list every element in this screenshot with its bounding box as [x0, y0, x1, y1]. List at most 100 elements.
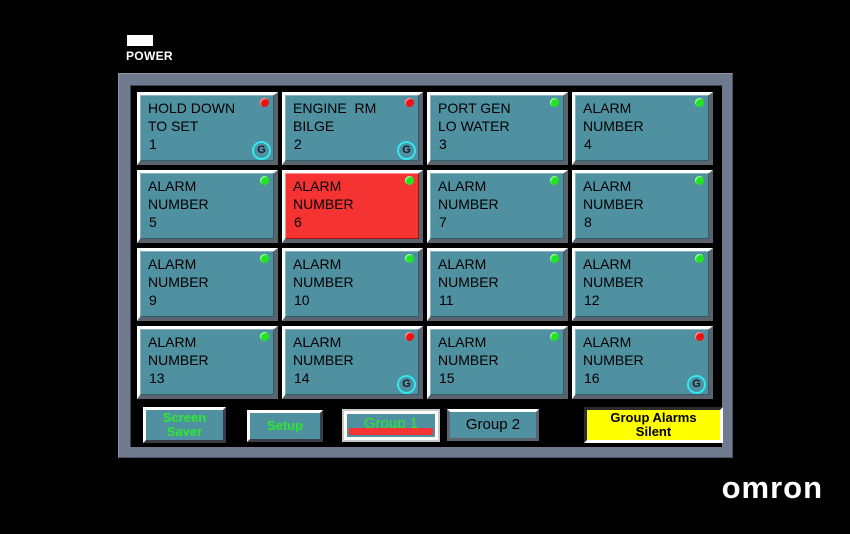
alarm-tile[interactable]: ALARM NUMBER 14 G: [282, 326, 423, 399]
alarm-tile-inner: ALARM NUMBER 13: [140, 329, 274, 395]
group-2-button[interactable]: Group 2: [447, 409, 539, 441]
status-led-green-icon: [695, 254, 704, 263]
group-badge-icon: G: [252, 141, 271, 160]
group-1-button[interactable]: Group 1: [342, 409, 440, 442]
alarm-tile-line1: ALARM: [293, 334, 342, 350]
screen-saver-button[interactable]: Screen Saver: [143, 407, 226, 443]
alarm-tile[interactable]: ALARM NUMBER 16 G: [572, 326, 713, 399]
status-led-green-icon: [260, 332, 269, 341]
group-alarms-silent-button[interactable]: Group Alarms Silent: [584, 407, 723, 443]
alarm-tile[interactable]: ALARM NUMBER 4: [572, 92, 713, 165]
alarm-tile-line2: NUMBER: [438, 274, 499, 290]
alarm-tile-line2: NUMBER: [293, 274, 354, 290]
alarm-tile[interactable]: ALARM NUMBER 5: [137, 170, 278, 243]
alarm-tile-line2: NUMBER: [148, 352, 209, 368]
alarm-tile-number: 4: [584, 136, 592, 152]
status-led-red-icon: [405, 332, 414, 341]
status-led-red-icon: [405, 98, 414, 107]
status-led-green-icon: [405, 254, 414, 263]
alarm-tile-inner: PORT GEN LO WATER 3: [430, 95, 564, 161]
alarm-tile-line2: TO SET: [148, 118, 199, 134]
status-led-green-icon: [695, 176, 704, 185]
group-alarms-silent-label-line2: Silent: [635, 424, 672, 439]
status-led-green-icon: [550, 98, 559, 107]
alarm-tile-line2: NUMBER: [438, 196, 499, 212]
alarm-tile-line1: ALARM: [583, 334, 632, 350]
alarm-tile-line2: LO WATER: [438, 118, 510, 134]
omron-brand-logo: omron: [721, 470, 823, 505]
alarm-tile[interactable]: ALARM NUMBER 7: [427, 170, 568, 243]
status-led-green-icon: [405, 176, 414, 185]
status-led-green-icon: [260, 176, 269, 185]
display-bezel: HOLD DOWN TO SET 1 G ENGINE RM BILGE 2 G PORT GE…: [118, 73, 733, 458]
screen-saver-label-line2: Saver: [166, 424, 203, 439]
status-led-red-icon: [260, 98, 269, 107]
group-badge-icon: G: [687, 375, 706, 394]
status-led-green-icon: [695, 98, 704, 107]
alarm-tile-line2: NUMBER: [583, 196, 644, 212]
setup-label: Setup: [266, 418, 304, 433]
alarm-tile[interactable]: ALARM NUMBER 15: [427, 326, 568, 399]
alarm-tile-line2: BILGE: [293, 118, 335, 134]
power-indicator: POWER: [126, 35, 206, 63]
status-led-green-icon: [260, 254, 269, 263]
alarm-tile[interactable]: ALARM NUMBER 8: [572, 170, 713, 243]
alarm-tile-inner: ALARM NUMBER 10: [285, 251, 419, 317]
group-2-label: Group 2: [465, 416, 521, 433]
alarm-tile-line1: ALARM: [438, 334, 487, 350]
alarm-tile-line1: ALARM: [583, 256, 632, 272]
alarm-tile-inner: ALARM NUMBER 12: [575, 251, 709, 317]
alarm-tile[interactable]: ALARM NUMBER 10: [282, 248, 423, 321]
alarm-tile-line1: ALARM: [583, 178, 632, 194]
setup-button-body: Setup: [250, 413, 320, 439]
alarm-tile-inner: ALARM NUMBER 8: [575, 173, 709, 239]
alarm-tile-number: 3: [439, 136, 447, 152]
alarm-tile-line1: ALARM: [148, 256, 197, 272]
screen-saver-button-body: Screen Saver: [146, 410, 223, 440]
alarm-tile-line1: ALARM: [583, 100, 632, 116]
alarm-tile-line2: NUMBER: [148, 196, 209, 212]
alarm-tile[interactable]: ALARM NUMBER 13: [137, 326, 278, 399]
alarm-tile-line2: NUMBER: [148, 274, 209, 290]
setup-button[interactable]: Setup: [247, 410, 323, 442]
alarm-tile-inner: ALARM NUMBER 11: [430, 251, 564, 317]
alarm-tile-inner: ALARM NUMBER 4: [575, 95, 709, 161]
alarm-tile-line1: HOLD DOWN: [148, 100, 236, 116]
alarm-tile-line1: ALARM: [438, 256, 487, 272]
alarm-tile-inner: ALARM NUMBER 6: [285, 173, 419, 239]
group-alarms-silent-body: Group Alarms Silent: [587, 410, 720, 440]
group-badge-icon: G: [397, 375, 416, 394]
status-led-red-icon: [695, 332, 704, 341]
alarm-tile-line1: ALARM: [148, 178, 197, 194]
alarm-tile[interactable]: ALARM NUMBER 6: [282, 170, 423, 243]
alarm-tile[interactable]: ALARM NUMBER 12: [572, 248, 713, 321]
function-button-bar: Screen Saver Setup Group 1 Group 2 Group…: [137, 406, 723, 444]
alarm-tile-line1: ENGINE RM: [293, 100, 377, 116]
alarm-tile-number: 8: [584, 214, 592, 230]
alarm-tile[interactable]: HOLD DOWN TO SET 1 G: [137, 92, 278, 165]
alarm-tile-line1: ALARM: [293, 256, 342, 272]
alarm-tile-number: 15: [439, 370, 455, 386]
alarm-tile-inner: ALARM NUMBER 15: [430, 329, 564, 395]
group-badge-icon: G: [397, 141, 416, 160]
group-2-button-body: Group 2: [450, 412, 536, 438]
alarm-tile-line2: NUMBER: [438, 352, 499, 368]
alarm-grid: HOLD DOWN TO SET 1 G ENGINE RM BILGE 2 G PORT GE…: [137, 92, 717, 404]
alarm-tile[interactable]: ALARM NUMBER 11: [427, 248, 568, 321]
hmi-device-panel: POWER HOLD DOWN TO SET 1 G ENGINE RM BILGE 2 G P…: [0, 0, 850, 534]
alarm-tile-line1: ALARM: [148, 334, 197, 350]
alarm-tile-number: 7: [439, 214, 447, 230]
hmi-screen: HOLD DOWN TO SET 1 G ENGINE RM BILGE 2 G PORT GE…: [130, 85, 723, 447]
alarm-tile-line1: ALARM: [438, 178, 487, 194]
alarm-tile-number: 10: [294, 292, 310, 308]
alarm-tile[interactable]: PORT GEN LO WATER 3: [427, 92, 568, 165]
alarm-tile-number: 6: [294, 214, 302, 230]
alarm-tile-line2: NUMBER: [583, 118, 644, 134]
alarm-tile-number: 5: [149, 214, 157, 230]
alarm-tile[interactable]: ENGINE RM BILGE 2 G: [282, 92, 423, 165]
alarm-tile[interactable]: ALARM NUMBER 9: [137, 248, 278, 321]
alarm-tile-line2: NUMBER: [583, 274, 644, 290]
alarm-tile-number: 12: [584, 292, 600, 308]
screen-saver-label-line1: Screen: [162, 410, 207, 425]
power-label: POWER: [126, 49, 173, 63]
